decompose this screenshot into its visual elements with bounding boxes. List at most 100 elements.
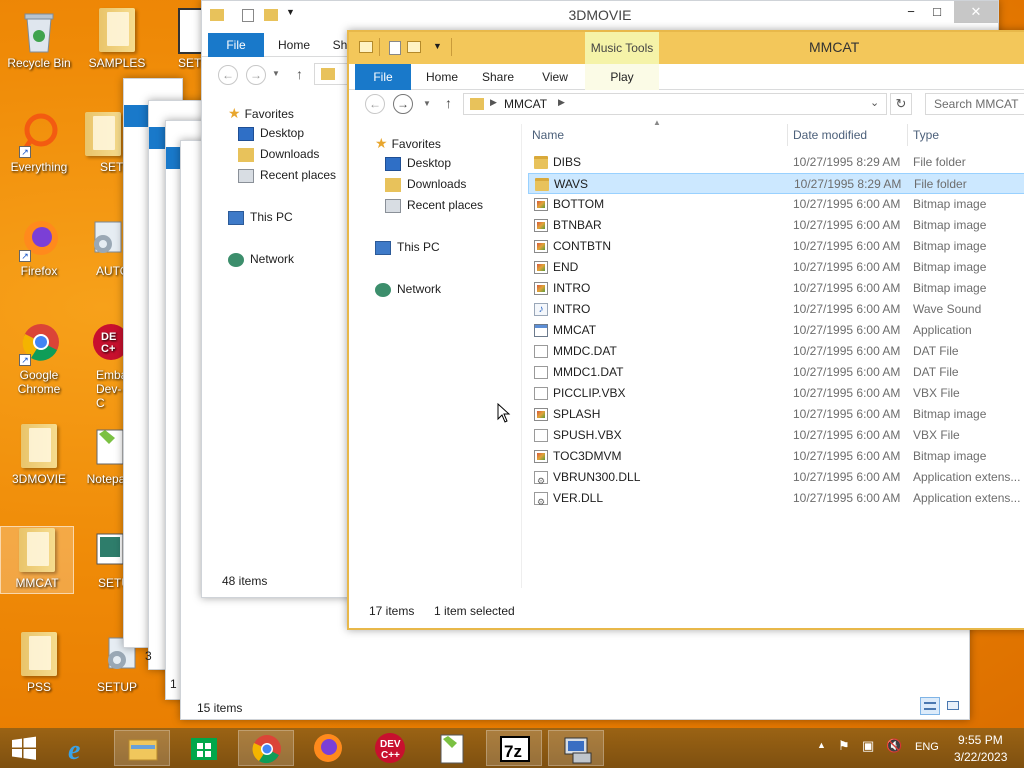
nav-network[interactable]: Network — [375, 282, 441, 297]
nav-network[interactable]: Network — [228, 252, 294, 267]
minimize-button[interactable]: − — [902, 1, 920, 23]
file-row[interactable]: VBRUN300.DLL10/27/1995 6:00 AMApplicatio… — [528, 467, 1024, 492]
network-icon — [228, 252, 244, 267]
tab-play[interactable]: Play — [585, 64, 659, 90]
back-button[interactable]: ← — [365, 94, 385, 114]
file-row[interactable]: MMDC.DAT 10/27/1995 6:00 AM DAT File — [528, 341, 1024, 362]
file-row[interactable]: VER.DLL10/27/1995 6:00 AMApplication ext… — [528, 488, 1024, 513]
nav-favorites[interactable]: ★ Favorites — [375, 135, 441, 152]
desktop-icon-samples[interactable]: SAMPLES — [80, 8, 154, 70]
folder-icon — [534, 156, 548, 169]
chevron-down-icon[interactable]: ▼ — [433, 41, 442, 51]
flag-icon[interactable]: ⚑ — [838, 738, 850, 754]
column-header-type[interactable]: Type — [913, 128, 939, 142]
close-button[interactable]: ✕ — [954, 1, 998, 23]
desktop-icon-label: SETU — [100, 160, 126, 174]
file-row[interactable]: BTNBAR 10/27/1995 6:00 AM Bitmap image — [528, 215, 1024, 236]
desktop-icon-recycle-bin[interactable]: Recycle Bin — [2, 8, 76, 70]
nav-recent-places[interactable]: Recent places — [385, 198, 483, 213]
file-row[interactable]: SPUSH.VBX 10/27/1995 6:00 AM VBX File — [528, 425, 1024, 446]
nav-downloads[interactable]: Downloads — [238, 147, 319, 162]
desktop-icon-firefox[interactable]: ↗ Firefox — [2, 216, 76, 278]
address-dropdown-icon[interactable]: ⌄ — [870, 96, 879, 109]
tab-home[interactable]: Home — [419, 64, 465, 90]
nav-this-pc[interactable]: This PC — [228, 210, 293, 225]
file-row[interactable]: INTRO 10/27/1995 6:00 AM Bitmap image — [528, 278, 1024, 299]
nav-desktop[interactable]: Desktop — [238, 126, 304, 141]
back-button[interactable]: ← — [218, 65, 238, 85]
column-header-date[interactable]: Date modified — [793, 128, 867, 142]
file-row[interactable]: BOTTOM 10/27/1995 6:00 AM Bitmap image — [528, 194, 1024, 215]
file-row[interactable]: ♪ INTRO 10/27/1995 6:00 AM Wave Sound — [528, 299, 1024, 320]
taskbar-file-explorer[interactable] — [114, 730, 170, 766]
refresh-button[interactable]: ↻ — [890, 93, 912, 115]
desktop-icon-setu-2[interactable]: SETU — [80, 112, 126, 174]
tab-file[interactable]: File — [355, 64, 411, 90]
forward-button[interactable]: → — [393, 94, 413, 114]
maximize-button[interactable]: □ — [928, 1, 946, 23]
search-input[interactable]: Search MMCAT — [925, 93, 1024, 115]
address-bar[interactable]: ▶ MMCAT ▶ ⌄ — [463, 93, 887, 115]
tab-view[interactable]: View — [533, 64, 577, 90]
taskbar-firefox[interactable] — [300, 730, 356, 766]
desktop-icon-3dmovie[interactable]: 3DMOVIE — [2, 424, 76, 486]
taskbar-devcpp[interactable]: DEV C++ — [362, 730, 418, 766]
title-bar[interactable]: ▼ Music Tools MMCAT — [349, 32, 1024, 64]
taskbar-vb-setup[interactable] — [548, 730, 604, 766]
show-hidden-icons-button[interactable]: ▲ — [817, 740, 826, 750]
taskbar-internet-explorer[interactable]: e — [54, 730, 110, 766]
folder-icon — [470, 98, 484, 110]
volume-muted-icon[interactable]: 🔇 — [886, 738, 902, 754]
file-row[interactable]: END 10/27/1995 6:00 AM Bitmap image — [528, 257, 1024, 278]
network-tray-icon[interactable]: ▣ — [862, 738, 874, 754]
breadcrumb[interactable]: MMCAT — [504, 97, 547, 111]
nav-recent-places[interactable]: Recent places — [238, 168, 336, 183]
details-view-button[interactable] — [920, 697, 940, 715]
desktop-icon-chrome[interactable]: ↗ Google Chrome — [2, 320, 76, 396]
nav-favorites[interactable]: ★ Favorites — [228, 105, 294, 122]
tab-share[interactable]: Share — [475, 64, 521, 90]
taskbar-chrome[interactable] — [238, 730, 294, 766]
desktop-icon-notepad[interactable]: Notepa — [80, 424, 126, 486]
title-bar[interactable]: ▼ 3DMOVIE − □ ✕ — [202, 1, 998, 31]
recent-locations-icon[interactable]: ▼ — [272, 69, 280, 78]
column-header-name[interactable]: Name — [532, 128, 564, 142]
desktop-icon-mmcat[interactable]: MMCAT — [0, 526, 74, 594]
clock-date[interactable]: 3/22/2023 — [954, 750, 1007, 764]
clock-time[interactable]: 9:55 PM — [958, 733, 1003, 747]
file-row[interactable]: SPLASH 10/27/1995 6:00 AM Bitmap image — [528, 404, 1024, 425]
tab-home[interactable]: Home — [272, 33, 316, 57]
file-row[interactable]: DIBS 10/27/1995 8:29 AM File folder — [528, 152, 1024, 173]
file-row[interactable]: TOC3DMVM 10/27/1995 6:00 AM Bitmap image — [528, 446, 1024, 467]
desktop-icon-auto[interactable]: AUTO — [80, 216, 126, 278]
forward-button[interactable]: → — [246, 65, 266, 85]
up-button[interactable]: ↑ — [296, 66, 303, 82]
new-folder-icon[interactable] — [407, 41, 421, 53]
folder-icon — [81, 112, 125, 158]
up-button[interactable]: ↑ — [445, 95, 452, 111]
file-row[interactable]: MMDC1.DAT 10/27/1995 6:00 AM DAT File — [528, 362, 1024, 383]
nav-downloads[interactable]: Downloads — [385, 177, 466, 192]
start-button[interactable] — [0, 730, 48, 766]
file-row[interactable]: MMCAT 10/27/1995 6:00 AM Application — [528, 320, 1024, 341]
tab-file[interactable]: File — [208, 33, 264, 57]
large-icons-view-button[interactable] — [943, 697, 963, 715]
properties-icon[interactable] — [389, 41, 401, 55]
language-indicator[interactable]: ENG — [915, 741, 939, 753]
file-row-selected[interactable]: WAVS 10/27/1995 8:29 AM File folder — [528, 173, 1024, 194]
desktop-icon-embarcadero[interactable]: DEC+ Embarc Dev-C — [80, 320, 126, 410]
desktop-icon-everything[interactable]: ↗ Everything — [2, 112, 76, 174]
file-row[interactable]: CONTBTN 10/27/1995 6:00 AM Bitmap image — [528, 236, 1024, 257]
taskbar-store[interactable] — [176, 730, 232, 766]
desktop-icon-pss[interactable]: PSS — [2, 632, 76, 694]
firefox-icon — [314, 734, 342, 762]
file-row[interactable]: PICCLIP.VBX 10/27/1995 6:00 AM VBX File — [528, 383, 1024, 404]
taskbar-notepadpp[interactable] — [424, 730, 480, 766]
nav-this-pc[interactable]: This PC — [375, 240, 440, 255]
nav-desktop[interactable]: Desktop — [385, 156, 451, 171]
recent-locations-icon[interactable]: ▼ — [423, 99, 431, 108]
desktop-icon-setu-top[interactable]: SETU — [160, 8, 202, 70]
taskbar-7zip[interactable]: 7z — [486, 730, 542, 766]
desktop-icon-setu-3[interactable]: SETU — [80, 528, 126, 590]
status-item-count: 15 items — [197, 701, 243, 715]
